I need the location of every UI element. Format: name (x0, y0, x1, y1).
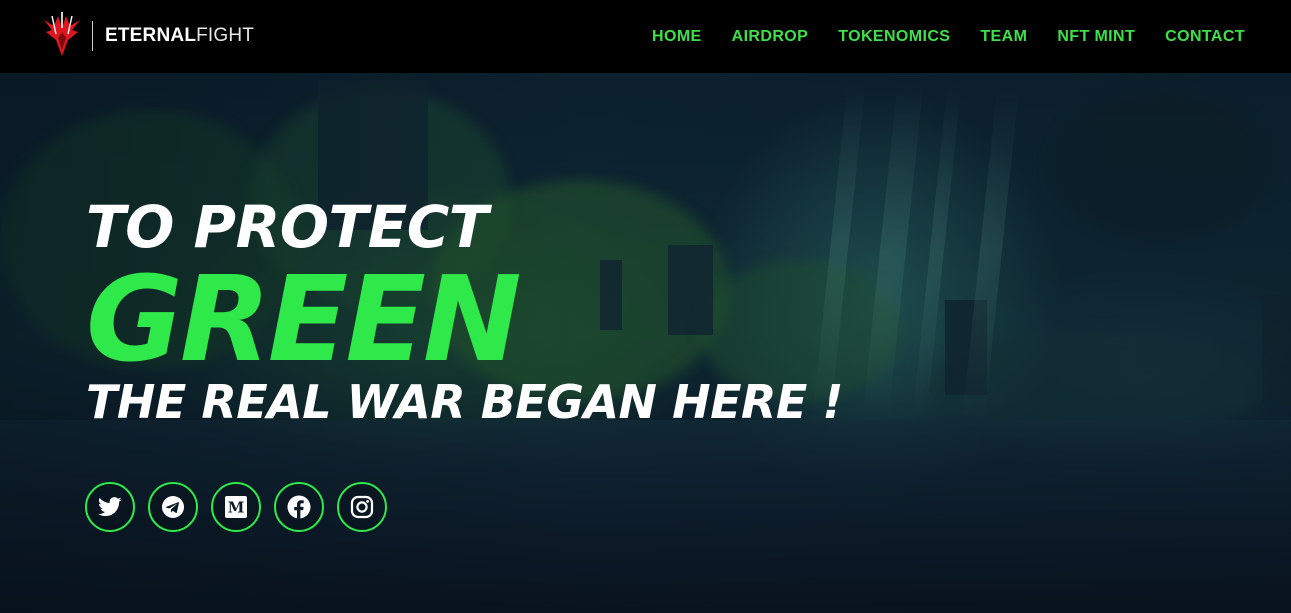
brand[interactable]: ETERNALFIGHT (42, 12, 254, 60)
site-header: ETERNALFIGHT HOME AIRDROP TOKENOMICS TEA… (0, 0, 1291, 73)
instagram-button[interactable] (337, 482, 387, 532)
instagram-icon (350, 495, 374, 519)
landing-page: ETERNALFIGHT HOME AIRDROP TOKENOMICS TEA… (0, 0, 1291, 613)
svg-text:M: M (228, 499, 245, 517)
nav-team[interactable]: TEAM (980, 28, 1027, 46)
hero-line-tagline: THE REAL WAR BEGAN HERE ! (86, 375, 843, 429)
nav-contact[interactable]: CONTACT (1165, 28, 1245, 46)
nav-home[interactable]: HOME (652, 28, 702, 46)
twitter-icon (98, 497, 122, 517)
brand-divider (92, 21, 93, 51)
facebook-button[interactable] (274, 482, 324, 532)
telegram-icon (161, 495, 185, 519)
medium-icon: M (224, 495, 248, 519)
telegram-button[interactable] (148, 482, 198, 532)
social-links: M (85, 482, 387, 532)
main-nav: HOME AIRDROP TOKENOMICS TEAM NFT MINT CO… (652, 0, 1245, 73)
hero-headline: TO PROTECT GREEN THE REAL WAR BEGAN HERE… (86, 192, 843, 432)
facebook-icon (287, 495, 311, 519)
brand-name-light: FIGHT (196, 25, 255, 46)
medium-button[interactable]: M (211, 482, 261, 532)
nav-tokenomics[interactable]: TOKENOMICS (838, 28, 950, 46)
hero-line-green: GREEN (86, 250, 522, 388)
eternalfight-logo-icon (42, 10, 82, 62)
nav-nft-mint[interactable]: NFT MINT (1057, 28, 1135, 46)
brand-name-bold: ETERNAL (105, 25, 197, 46)
twitter-button[interactable] (85, 482, 135, 532)
nav-airdrop[interactable]: AIRDROP (732, 28, 809, 46)
brand-name: ETERNALFIGHT (105, 25, 254, 47)
